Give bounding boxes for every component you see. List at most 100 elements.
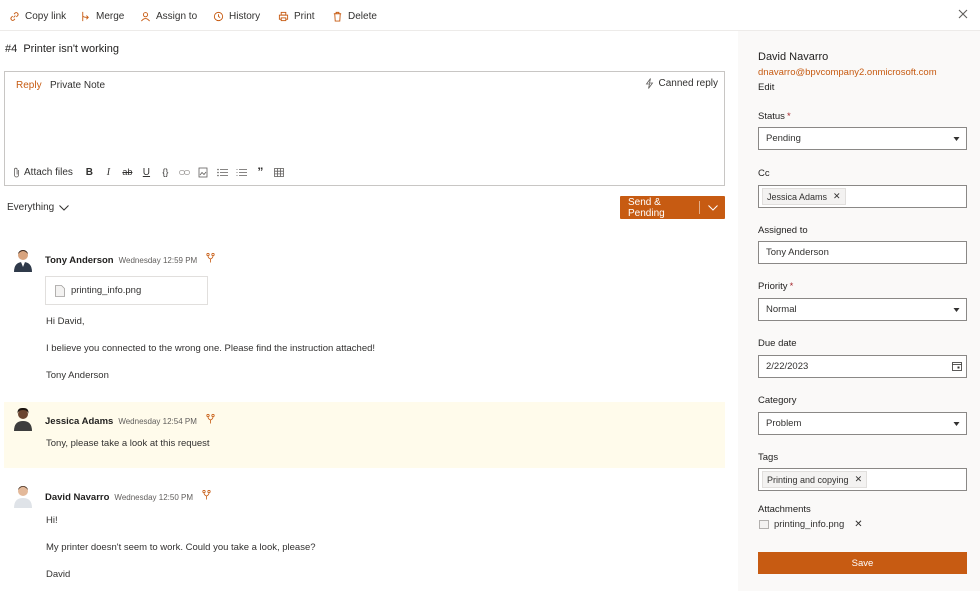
required-indicator: *	[786, 111, 791, 122]
print-button[interactable]: Print	[278, 9, 315, 23]
category-dropdown[interactable]: Problem	[758, 412, 967, 435]
cc-field[interactable]: Jessica Adams ✕	[758, 185, 967, 208]
canned-reply-label: Canned reply	[658, 78, 718, 89]
message-author: Tony Anderson	[45, 255, 114, 266]
due-date-label: Due date	[758, 338, 797, 349]
message-header: Tony Anderson Wednesday 12:59 PM	[45, 253, 215, 266]
message-item: David Navarro Wednesday 12:50 PM Hi! My …	[4, 478, 725, 590]
history-label: History	[229, 10, 261, 22]
ticket-details-panel: David Navarro dnavarro@bpvcompany2.onmic…	[738, 31, 980, 591]
history-icon	[213, 11, 224, 21]
person-icon	[141, 11, 150, 21]
attach-files-button[interactable]: Attach files	[24, 165, 73, 179]
tab-private-note[interactable]: Private Note	[50, 80, 105, 91]
history-button[interactable]: History	[213, 9, 260, 23]
message-author: David Navarro	[45, 492, 110, 503]
merge-button[interactable]: Merge	[80, 9, 124, 23]
attachment-filename: printing_info.png	[71, 285, 142, 296]
code-icon[interactable]: {}	[160, 165, 171, 179]
message-header: Jessica Adams Wednesday 12:54 PM	[45, 414, 215, 427]
image-file-icon	[55, 284, 65, 297]
assign-to-button[interactable]: Assign to	[140, 9, 197, 23]
status-dropdown[interactable]: Pending	[758, 127, 967, 150]
caret-down-icon	[953, 308, 960, 312]
tab-reply[interactable]: Reply	[16, 80, 42, 91]
message-line: Hi!	[46, 515, 58, 526]
canned-reply-button[interactable]: Canned reply	[645, 78, 718, 89]
assigned-to-value: Tony Anderson	[766, 247, 829, 258]
table-icon[interactable]	[274, 165, 285, 179]
tag-chip-label: Printing and copying	[767, 474, 849, 485]
strikethrough-icon[interactable]: ab	[122, 165, 133, 179]
bulleted-list-icon[interactable]	[217, 165, 228, 179]
delete-button[interactable]: Delete	[332, 9, 377, 23]
due-date-picker[interactable]: 2/22/2023	[758, 355, 967, 378]
send-options-button[interactable]	[700, 204, 725, 211]
copy-link-button[interactable]: Copy link	[9, 9, 66, 23]
underline-icon[interactable]: U	[141, 165, 152, 179]
activity-filter-label: Everything	[7, 202, 55, 213]
print-label: Print	[294, 10, 315, 22]
required-indicator: *	[789, 281, 794, 292]
tag-chip: Printing and copying ✕	[762, 471, 868, 488]
italic-icon[interactable]: I	[103, 165, 114, 179]
calendar-icon[interactable]	[952, 361, 962, 371]
remove-attachment-icon[interactable]: ✕	[854, 519, 862, 530]
avatar	[14, 250, 32, 272]
send-pending-button[interactable]: Send & Pending	[620, 197, 699, 219]
category-value: Problem	[766, 418, 802, 429]
close-icon[interactable]	[956, 7, 970, 21]
chevron-down-icon	[59, 204, 70, 211]
cc-tag-label: Jessica Adams	[767, 191, 828, 202]
command-bar: Copy link Merge Assign to History Print …	[0, 0, 980, 31]
trash-icon	[333, 11, 342, 22]
requester-name: David Navarro	[758, 51, 829, 63]
lightning-icon	[645, 78, 653, 89]
remove-tag-icon[interactable]: ✕	[833, 191, 841, 202]
attachments-label: Attachments	[758, 504, 811, 515]
attachment-filename[interactable]: printing_info.png	[774, 519, 844, 530]
message-line: David	[46, 569, 71, 580]
merge-icon	[82, 11, 89, 21]
category-label: Category	[758, 395, 797, 406]
insert-image-icon[interactable]	[198, 165, 209, 179]
priority-dropdown[interactable]: Normal	[758, 298, 967, 321]
message-time: Wednesday 12:54 PM	[118, 417, 197, 426]
ticket-title: #4 Printer isn't working	[5, 43, 119, 55]
save-button[interactable]: Save	[758, 552, 967, 574]
requester-email-link[interactable]: dnavarro@bpvcompany2.onmicrosoft.com	[758, 67, 937, 78]
tags-field[interactable]: Printing and copying ✕	[758, 468, 967, 491]
reply-editor[interactable]: Reply Private Note Canned reply Attach f…	[4, 71, 725, 186]
link-icon	[10, 11, 19, 21]
attachment-item: printing_info.png ✕	[759, 519, 863, 530]
merge-label: Merge	[96, 10, 125, 22]
message-line: I believe you connected to the wrong one…	[46, 343, 376, 354]
image-file-icon	[759, 520, 769, 529]
split-icon[interactable]	[206, 253, 215, 263]
assign-to-label: Assign to	[156, 10, 198, 22]
cc-tag: Jessica Adams ✕	[762, 188, 846, 205]
caret-down-icon	[953, 137, 960, 141]
message-item: Jessica Adams Wednesday 12:54 PM Tony, p…	[4, 402, 725, 468]
status-label: Status *	[758, 111, 791, 122]
link-icon[interactable]	[179, 165, 190, 179]
quote-icon[interactable]: ”	[255, 165, 266, 179]
assigned-to-label: Assigned to	[758, 225, 808, 236]
split-icon[interactable]	[202, 490, 211, 500]
chevron-down-icon	[707, 204, 718, 211]
edit-requester-link[interactable]: Edit	[758, 82, 774, 93]
activity-filter-dropdown[interactable]: Everything	[7, 202, 70, 213]
bold-icon[interactable]: B	[84, 165, 95, 179]
attachment-card[interactable]: printing_info.png	[45, 276, 208, 305]
message-time: Wednesday 12:59 PM	[118, 256, 198, 265]
ticket-number: #4	[5, 43, 18, 55]
avatar	[14, 486, 32, 508]
cc-label: Cc	[758, 168, 770, 179]
assigned-to-field[interactable]: Tony Anderson	[758, 241, 967, 264]
remove-tag-icon[interactable]: ✕	[855, 474, 863, 485]
split-icon[interactable]	[206, 414, 215, 424]
priority-value: Normal	[766, 304, 797, 315]
status-value: Pending	[766, 133, 801, 144]
paperclip-icon[interactable]	[11, 165, 22, 179]
numbered-list-icon[interactable]	[236, 165, 247, 179]
